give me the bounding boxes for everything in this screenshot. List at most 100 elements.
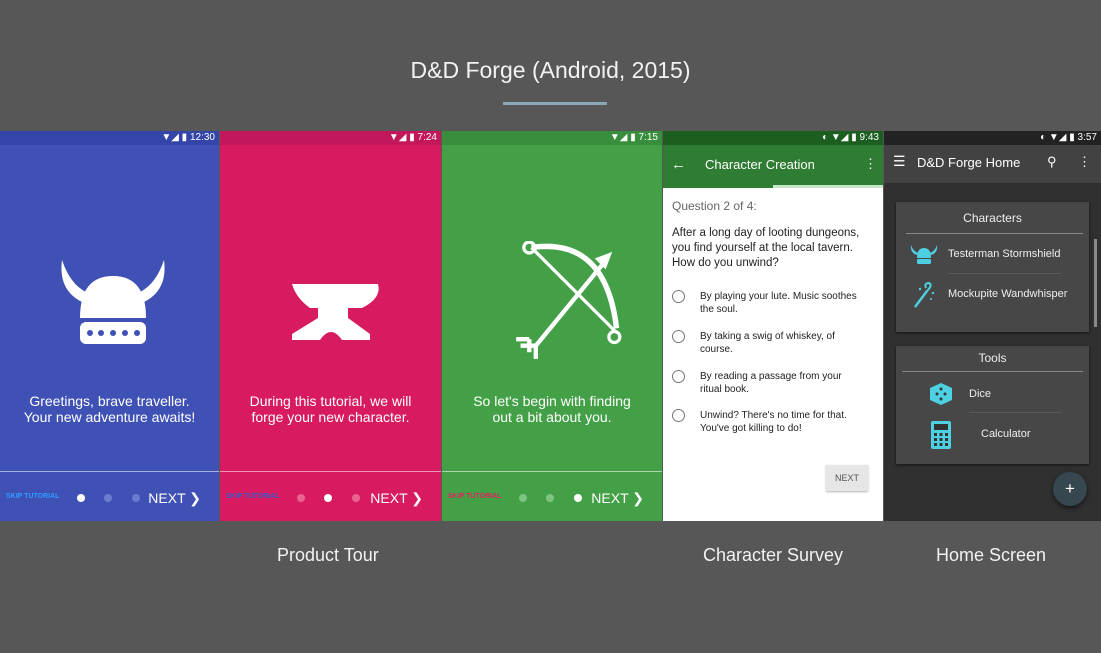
overflow-menu-icon[interactable]: ⋮ [864,156,877,172]
option-label[interactable]: Unwind? There's no time for that. You've… [700,409,860,435]
status-icons: ◐ ▼◢ ▮ [1040,132,1078,143]
status-bar: ▼◢ ▮ 7:15 [442,131,662,145]
status-bar: ◐ ▼◢ ▮ 3:57 [884,131,1101,145]
status-bar: ▼◢ ▮ 7:24 [220,131,441,145]
status-icons: ▼◢ ▮ [161,132,190,143]
status-time: 7:15 [638,132,658,143]
divider [906,233,1083,234]
overflow-menu-icon[interactable]: ⋮ [1078,154,1091,170]
next-button[interactable]: NEXT ❯ [370,490,423,507]
option-label[interactable]: By reading a passage from your ritual bo… [700,370,860,396]
radio-button[interactable] [672,330,685,343]
next-button[interactable]: NEXT ❯ [148,490,201,507]
tour-message-line1: During this tutorial, we will [249,393,412,409]
search-icon[interactable]: ⚲ [1047,154,1057,170]
survey-screen: ◐ ▼◢ ▮ 9:43 ← Character Creation ⋮ Quest… [663,131,883,521]
app-bar: ← Character Creation ⋮ [663,145,883,185]
app-bar: ☰ D&D Forge Home ⚲ ⋮ [884,145,1101,183]
tour-message-line2: Your new adventure awaits! [23,409,196,425]
anvil-icon [292,284,379,340]
status-bar: ◐ ▼◢ ▮ 9:43 [663,131,883,145]
status-time: 3:57 [1077,132,1097,143]
caption-character-survey: Character Survey [703,545,844,565]
page-dot[interactable] [352,494,360,502]
tour-message: Greetings, brave traveller. Your new adv… [10,393,209,425]
tool-name: Dice [969,388,992,400]
next-button[interactable]: NEXT [826,465,868,491]
status-icons: ▼◢ ▮ [609,132,639,143]
divider [969,412,1061,413]
status-bar: ▼◢ ▮ 12:30 [0,131,219,145]
character-name: Testerman Stormshield [948,248,1061,260]
caption-home-screen: Home Screen [936,545,1047,565]
status-time: 7:24 [417,132,437,143]
character-row[interactable]: Mockupite Wandwhisper [896,276,1089,314]
back-arrow-icon[interactable]: ← [671,156,686,173]
chevron-right-icon: ❯ [632,490,644,506]
option-label[interactable]: By playing your lute. Music soothes the … [700,290,860,316]
skip-tutorial-button[interactable]: SKIP TUTORIAL [448,493,501,500]
progress-fill [663,185,773,188]
tour-screen-1: ▼◢ ▮ 12:30 Greetings, brave traveller. Y… [0,131,219,521]
hamburger-menu-icon[interactable]: ☰ [893,153,906,170]
calculator-icon [931,421,951,449]
page-dot[interactable] [297,494,305,502]
tool-name: Calculator [981,428,1031,440]
caption-product-tour: Product Tour [277,545,379,565]
radio-button[interactable] [672,370,685,383]
title-underline [503,102,607,105]
page-dot[interactable] [546,494,554,502]
page-dot[interactable] [132,494,140,502]
divider [948,273,1061,274]
tool-row[interactable]: Calculator [896,416,1089,454]
chevron-right-icon: ❯ [411,490,423,506]
page-dot-active[interactable] [77,494,85,502]
skip-tutorial-button[interactable]: SKIP TUTORIAL [226,493,279,500]
status-time: 12:30 [189,132,215,143]
divider [220,471,441,472]
home-screen: ◐ ▼◢ ▮ 3:57 ☰ D&D Forge Home ⚲ ⋮ Charact… [884,131,1101,521]
divider [0,471,219,472]
character-row[interactable]: Testerman Stormshield [896,236,1089,274]
characters-card-title: Characters [963,211,1022,225]
tour-message-line1: Greetings, brave traveller. [29,393,190,409]
viking-helmet-icon [61,260,165,344]
status-time: 9:43 [859,132,879,143]
page-dot[interactable] [104,494,112,502]
add-fab-button[interactable]: + [1053,472,1087,506]
tour-message: During this tutorial, we will forge your… [230,393,431,425]
skip-tutorial-button[interactable]: SKIP TUTORIAL [6,493,59,500]
tools-card: Tools Dice Calculator [896,346,1089,464]
next-label: NEXT [148,490,186,506]
radio-button[interactable] [672,409,685,422]
option-label[interactable]: By taking a swig of whiskey, of course. [700,330,860,356]
chevron-right-icon: ❯ [189,490,201,506]
bow-and-arrow-icon [516,241,622,359]
divider [442,471,662,472]
character-name: Mockupite Wandwhisper [948,288,1068,300]
tour-message-line2: forge your new character. [251,409,410,425]
viking-helmet-icon [910,245,938,264]
scrollbar[interactable] [1094,239,1097,327]
status-icons: ▼◢ ▮ [388,132,418,143]
dice-icon [930,383,952,405]
page-dot[interactable] [519,494,527,502]
divider [902,371,1083,372]
tools-card-title: Tools [978,351,1007,365]
tour-message-line1: So let's begin with finding [473,393,631,409]
next-button[interactable]: NEXT ❯ [591,490,644,507]
characters-card: Characters Testerman Stormshield Mockupi… [896,202,1089,332]
page-dot-active[interactable] [324,494,332,502]
status-icons: ◐ ▼◢ ▮ [822,132,860,143]
question-counter: Question 2 of 4: [672,199,757,213]
tour-message: So let's begin with finding out a bit ab… [452,393,652,425]
app-bar-title: D&D Forge Home [917,155,1021,170]
tour-screen-2: ▼◢ ▮ 7:24 During this tutorial, we will … [220,131,441,521]
tool-row[interactable]: Dice [896,376,1089,414]
radio-button[interactable] [672,290,685,303]
next-label: NEXT [591,490,629,506]
page-title: D&D Forge (Android, 2015) [410,57,691,83]
next-label: NEXT [370,490,408,506]
page-dot-active[interactable] [574,494,582,502]
tour-message-line2: out a bit about you. [492,409,612,425]
